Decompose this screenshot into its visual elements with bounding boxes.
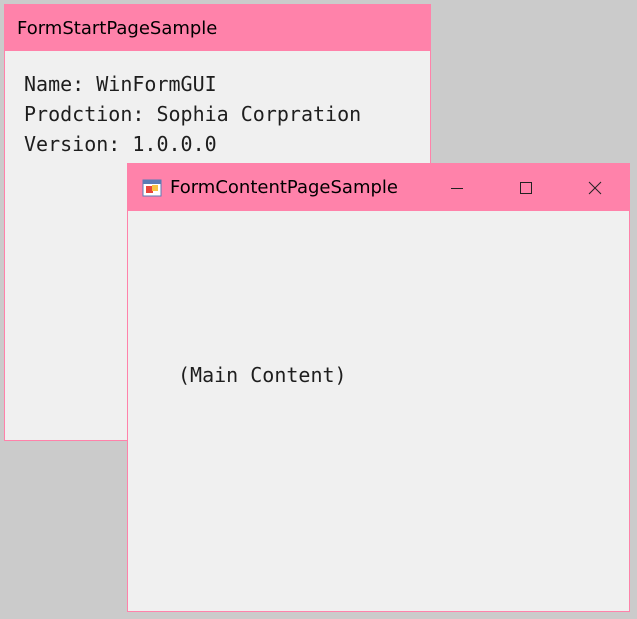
app-production-label: Prodction: Sophia Corpration — [24, 102, 362, 126]
maximize-icon — [519, 181, 532, 194]
app-name-label: Name: WinFormGUI — [24, 72, 217, 96]
content-window-title: FormContentPageSample — [170, 177, 398, 198]
close-icon — [588, 181, 601, 194]
content-page-window[interactable]: FormContentPageSample (Main Content) — [127, 163, 630, 612]
start-window-title: FormStartPageSample — [17, 17, 218, 39]
close-button[interactable] — [560, 164, 629, 211]
app-version-label: Version: 1.0.0.0 — [24, 132, 217, 156]
minimize-icon — [450, 187, 463, 189]
caption-buttons — [422, 164, 629, 211]
app-info-block: Name: WinFormGUI Prodction: Sophia Corpr… — [24, 69, 361, 159]
start-window-titlebar[interactable]: FormStartPageSample — [5, 5, 430, 51]
winforms-app-icon[interactable] — [142, 179, 162, 197]
content-window-titlebar[interactable]: FormContentPageSample — [128, 164, 629, 211]
maximize-button[interactable] — [491, 164, 560, 211]
minimize-button[interactable] — [422, 164, 491, 211]
main-content-label: (Main Content) — [178, 363, 347, 387]
